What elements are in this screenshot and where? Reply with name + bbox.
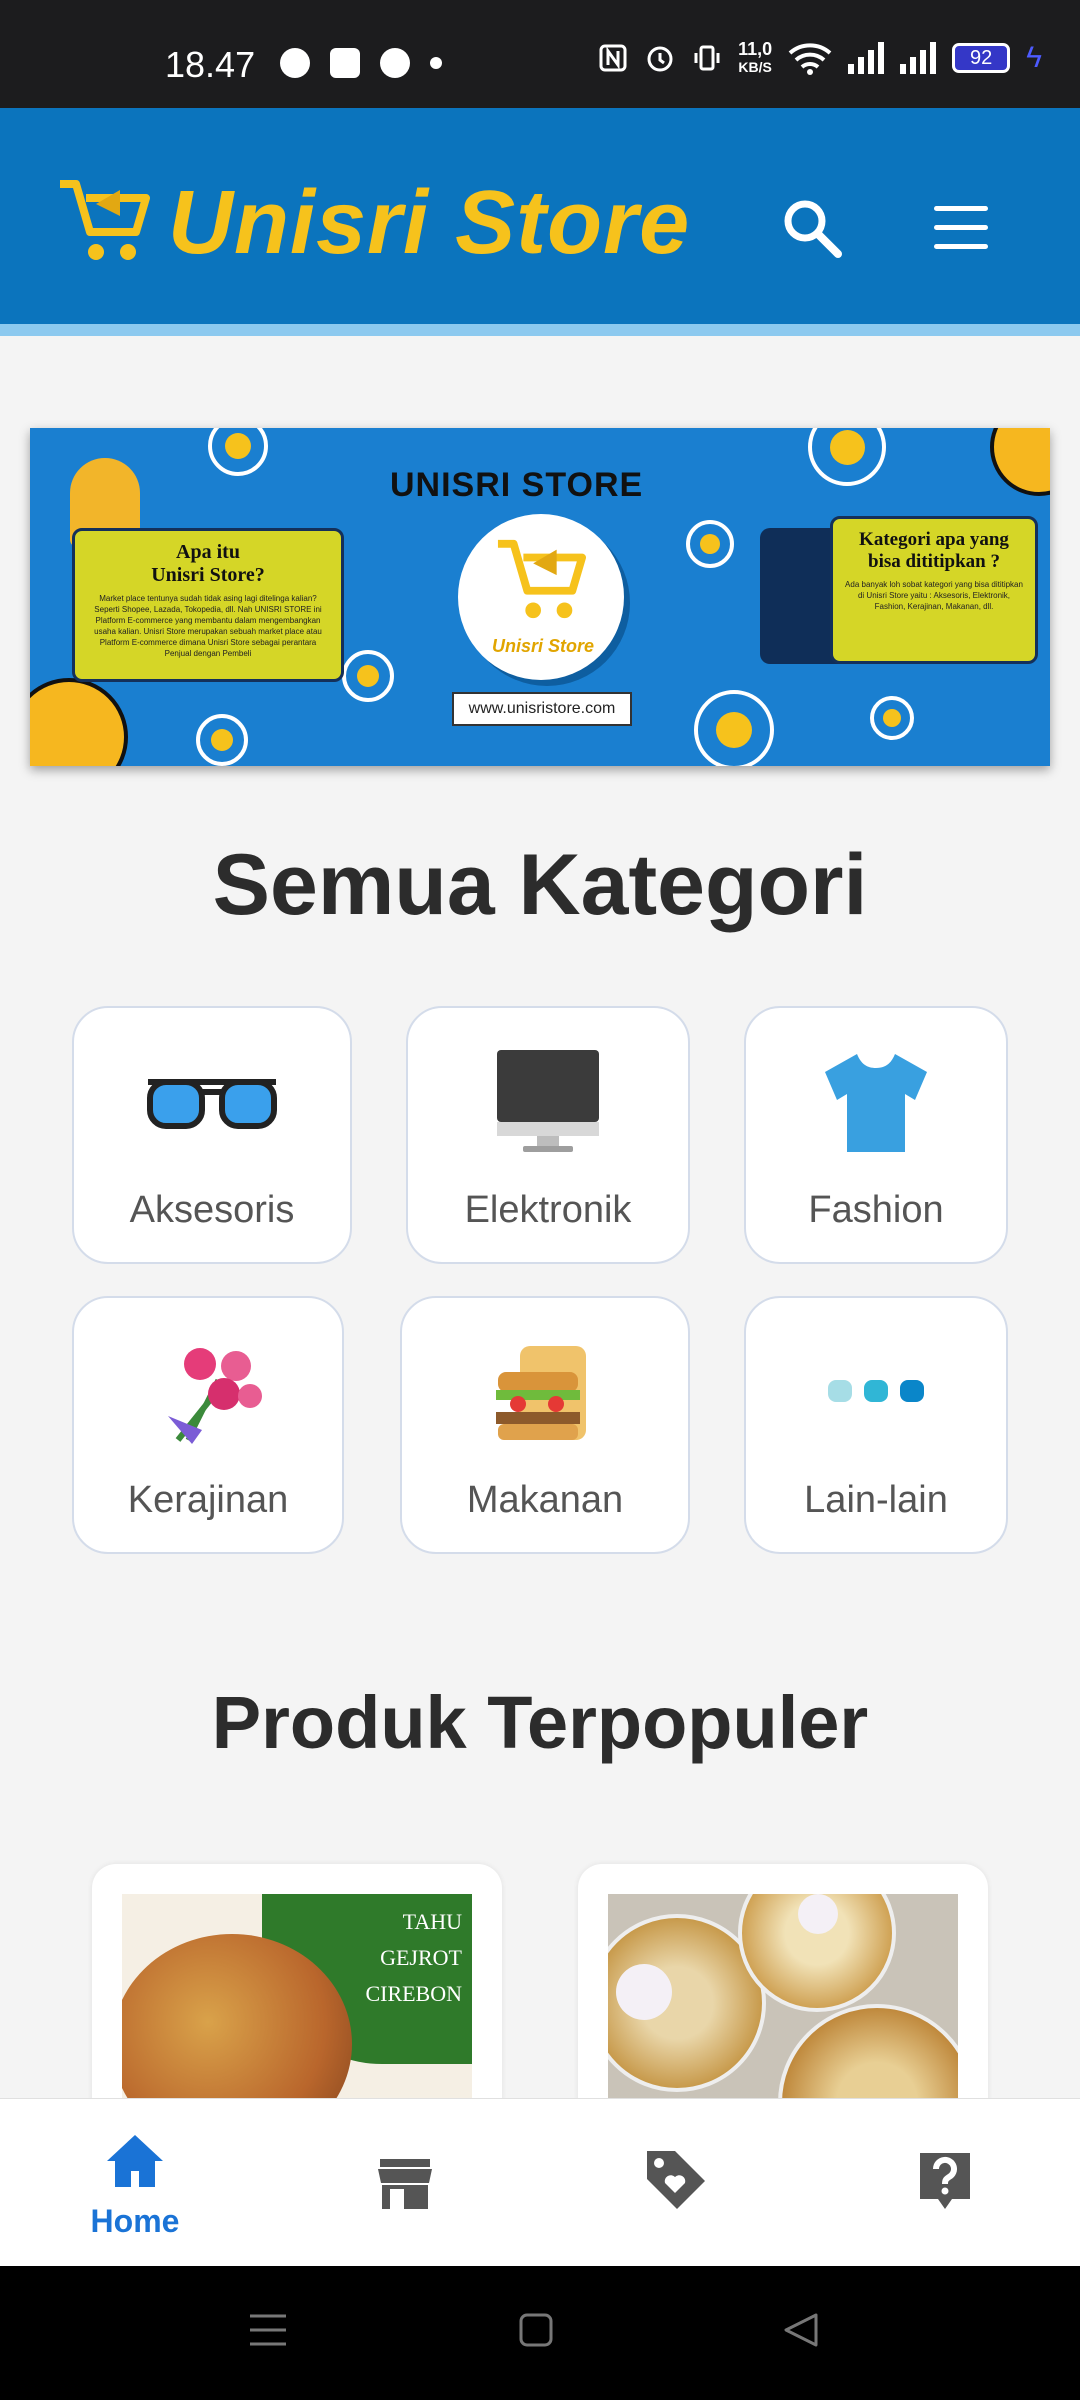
vibrate-icon — [694, 45, 720, 71]
right-note-title: Kategori apa yang bisa dititipkan ? — [859, 529, 1009, 572]
three-dots-icon — [828, 1380, 924, 1402]
home-button-icon[interactable] — [518, 2312, 554, 2348]
category-label: Lain-lain — [804, 1479, 948, 1521]
banner-url: www.unisristore.com — [452, 692, 632, 726]
help-icon — [920, 2153, 970, 2209]
decorative-blob — [990, 428, 1050, 496]
promo-banner[interactable]: Apa itu Unisri Store? Market place tentun… — [30, 428, 1050, 766]
product-image-text: TAHU GEJROT CIREBON — [365, 1909, 462, 2006]
monitor-icon — [497, 1050, 599, 1152]
category-kerajinan[interactable]: Kerajinan — [72, 1296, 344, 1554]
app-notification-icon — [280, 48, 310, 78]
sunglasses-icon — [147, 1079, 277, 1129]
category-label: Makanan — [466, 1479, 624, 1521]
decorative-ring — [870, 696, 914, 740]
decorative-ring — [686, 520, 734, 568]
banner-right-note: Kategori apa yang bisa dititipkan ? Ada … — [830, 516, 1038, 664]
tahu-gejrot-image: TAHU GEJROT CIREBON — [122, 1894, 472, 2104]
category-makanan[interactable]: Makanan — [400, 1296, 690, 1554]
shopping-cart-logo-icon — [497, 539, 586, 619]
shopping-bag-icon — [330, 48, 360, 78]
popular-products-title: Produk Terpopuler — [211, 1681, 869, 1764]
product-card[interactable] — [578, 1864, 988, 2104]
back-icon[interactable] — [782, 2312, 820, 2348]
nav-home[interactable]: Home — [0, 2099, 270, 2267]
product-card[interactable]: TAHU GEJROT CIREBON — [92, 1864, 502, 2104]
decorative-ring — [196, 714, 248, 766]
banner-title: UNISRI STORE — [390, 466, 644, 504]
right-note-text: Ada banyak loh sobat kategori yang bisa … — [845, 580, 1023, 611]
flower-bouquet-icon — [168, 1348, 262, 1444]
categories-title: Semua Kategori — [212, 837, 868, 933]
status-bar: 18.47 11,0 KB/S 92 ϟ — [0, 0, 1080, 108]
store-icon — [378, 2159, 432, 2209]
signal-1-icon — [848, 42, 885, 74]
hamburger-menu-icon[interactable] — [934, 206, 988, 250]
category-label: Aksesoris — [129, 1189, 295, 1231]
system-navigation-bar — [0, 2266, 1080, 2400]
nav-help[interactable] — [810, 2099, 1080, 2267]
left-note-title: Apa itu Unisri Store? — [151, 541, 265, 586]
shopping-cart-logo-icon — [60, 180, 150, 260]
charging-icon: ϟ — [1026, 41, 1042, 74]
pinterest-icon — [380, 48, 410, 78]
app-header: Unisri Store — [0, 108, 1080, 336]
product-image-sticker — [616, 1964, 672, 2020]
category-elektronik[interactable]: Elektronik — [406, 1006, 690, 1264]
net-speed: 11,0 KB/S — [738, 40, 772, 76]
decorative-blob — [30, 678, 128, 766]
decorative-ring — [808, 428, 886, 486]
decorative-ring — [342, 650, 394, 702]
nav-store[interactable] — [270, 2099, 540, 2267]
product-image-sticker — [798, 1894, 838, 1934]
category-label: Elektronik — [464, 1189, 632, 1231]
search-icon[interactable] — [780, 196, 844, 260]
category-fashion[interactable]: Fashion — [744, 1006, 1008, 1264]
more-notifications-dot-icon — [430, 57, 442, 69]
battery-indicator: 92 — [952, 43, 1011, 73]
nav-wishlist[interactable] — [540, 2099, 810, 2267]
signal-2-icon — [900, 42, 937, 74]
nfc-icon — [599, 44, 627, 72]
category-aksesoris[interactable]: Aksesoris — [72, 1006, 352, 1264]
status-time: 18.47 — [165, 44, 256, 85]
decorative-ring — [208, 428, 268, 476]
tag-heart-icon — [647, 2151, 705, 2209]
recent-apps-icon[interactable] — [248, 2312, 288, 2348]
category-lain-lain[interactable]: Lain-lain — [744, 1296, 1008, 1554]
wifi-icon — [788, 43, 832, 75]
banner-left-note: Apa itu Unisri Store? Market place tentun… — [72, 528, 344, 682]
notification-icons — [280, 48, 442, 78]
net-speed-unit: KB/S — [738, 59, 772, 75]
banner-logo-label: Unisri Store — [492, 636, 595, 656]
net-speed-value: 11,0 — [738, 39, 773, 59]
category-label: Fashion — [808, 1189, 944, 1231]
sandwich-icon — [496, 1346, 586, 1440]
tshirt-icon — [825, 1054, 927, 1152]
left-note-text: Market place tentunya sudah tidak asing … — [94, 594, 322, 658]
alarm-icon — [647, 46, 673, 72]
status-right: 11,0 KB/S 92 ϟ — [598, 40, 1042, 76]
bottom-navigation: Home — [0, 2098, 1080, 2267]
brand-name[interactable]: Unisri Store — [168, 172, 690, 275]
category-label: Kerajinan — [127, 1479, 289, 1521]
product-image-jar — [778, 2004, 958, 2104]
cookie-jars-image — [608, 1894, 958, 2104]
decorative-ring — [694, 690, 774, 766]
nav-home-label: Home — [90, 2203, 180, 2239]
home-icon — [107, 2135, 163, 2187]
